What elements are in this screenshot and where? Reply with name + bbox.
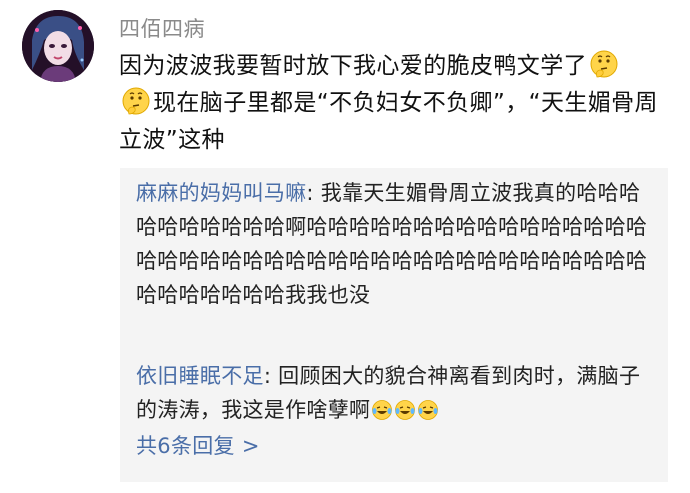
- post-text-part2: 现在脑子里都是“不负妇女不负卿”，“天生媚骨周立波”这种: [119, 90, 658, 153]
- laughing-crying-face-icon: [394, 397, 416, 420]
- laughing-crying-face-icon: [417, 397, 439, 420]
- reply-author[interactable]: 依旧睡眠不足: [136, 364, 264, 388]
- thinking-face-icon: [589, 49, 619, 79]
- reply-list: 麻麻的妈妈叫马嘛: 我靠天生媚骨周立波我真的哈哈哈哈哈哈哈哈哈哈啊哈哈哈哈哈哈哈…: [120, 168, 668, 482]
- reply-separator: :: [263, 364, 279, 388]
- avatar[interactable]: [22, 10, 94, 82]
- view-more-replies-link[interactable]: 共6条回复 >: [136, 430, 260, 460]
- reply-separator: :: [306, 181, 321, 205]
- thinking-face-icon: [121, 86, 151, 116]
- reply-author[interactable]: 麻麻的妈妈叫马嘛: [136, 181, 306, 205]
- laughing-crying-face-icon: [371, 397, 393, 420]
- reply-item[interactable]: 麻麻的妈妈叫马嘛: 我靠天生媚骨周立波我真的哈哈哈哈哈哈哈哈哈哈啊哈哈哈哈哈哈哈…: [136, 176, 656, 312]
- reply-item[interactable]: 依旧睡眠不足: 回顾困大的貌合神离看到肉时，满脑子的涛涛，我这是作啥孽啊: [136, 359, 656, 427]
- post-content: 因为波波我要暂时放下我心爱的脆皮鸭文学了 现在脑子里都是“不负妇女不负卿”，“天…: [119, 48, 679, 159]
- post-text-part1: 因为波波我要暂时放下我心爱的脆皮鸭文学了: [119, 53, 587, 79]
- username[interactable]: 四佰四病: [119, 13, 205, 43]
